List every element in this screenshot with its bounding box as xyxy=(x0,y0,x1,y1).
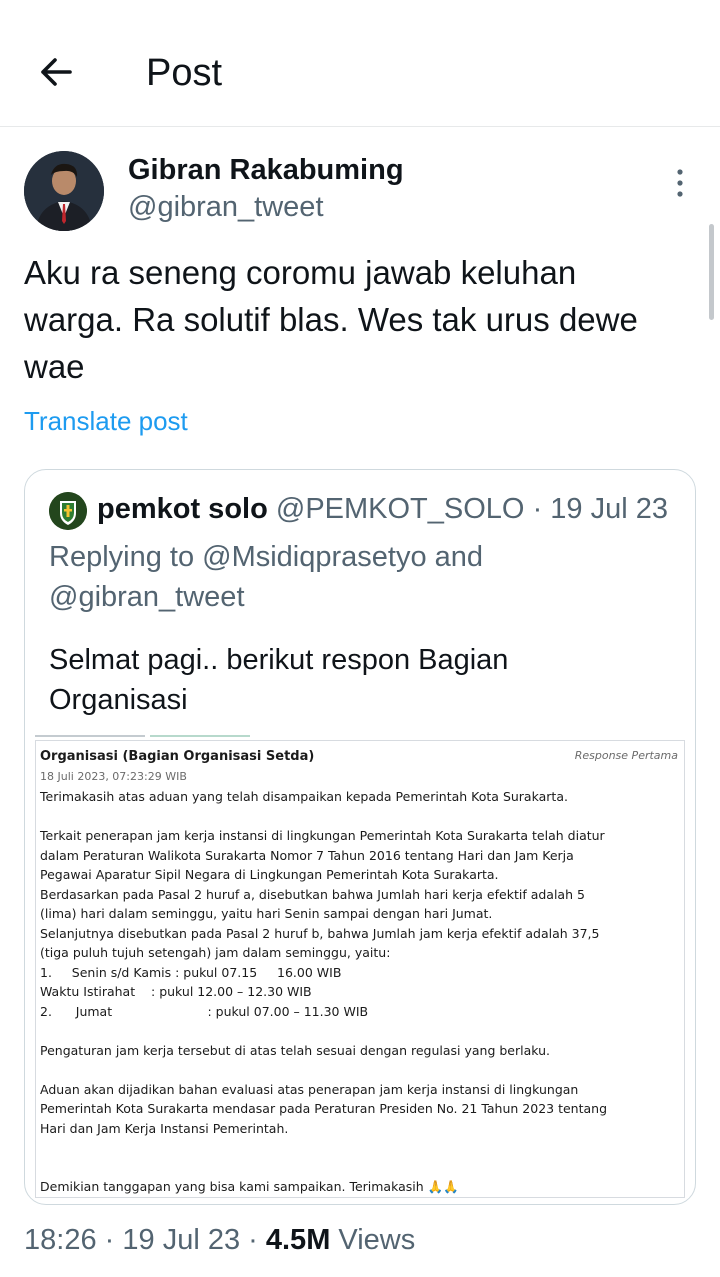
avatar-photo xyxy=(24,151,104,231)
more-options-button[interactable] xyxy=(664,166,696,200)
quoted-post[interactable]: pemkot solo @PEMKOT_SOLO · 19 Jul 23 Rep… xyxy=(24,469,696,1205)
quoted-author-handle[interactable]: @PEMKOT_SOLO xyxy=(276,493,525,525)
views-count: 4.5M xyxy=(265,1224,331,1256)
document-body: Terimakasih atas aduan yang telah disamp… xyxy=(40,787,678,1197)
post-date[interactable]: 19 Jul 23 xyxy=(122,1224,240,1256)
document-line: Terkait penerapan jam kerja instansi di … xyxy=(40,828,605,843)
document-line: 1. Senin s/d Kamis : pukul 07.15 16.00 W… xyxy=(40,964,342,980)
document-tag: Response Pertama xyxy=(574,749,678,762)
document-line: Pegawai Aparatur Sipil Negara di Lingkun… xyxy=(40,867,499,882)
document-date: 18 Juli 2023, 07:23:29 WIB xyxy=(40,770,187,783)
document-line: Waktu Istirahat : pukul 12.00 – 12.30 WI… xyxy=(40,984,312,999)
document-line: dalam Peraturan Walikota Surakarta Nomor… xyxy=(40,847,574,863)
author-avatar[interactable] xyxy=(24,151,104,231)
translate-post-link[interactable]: Translate post xyxy=(24,404,188,438)
document-line: Demikian tanggapan yang bisa kami sampai… xyxy=(40,1179,459,1194)
quoted-separator: · xyxy=(532,493,543,525)
scrollbar-thumb[interactable] xyxy=(709,224,714,320)
post-text: Aku ra seneng coromu jawab keluhan warga… xyxy=(24,254,638,385)
quoted-author-name[interactable]: pemkot solo xyxy=(97,493,268,525)
media-indicator-segment xyxy=(35,735,145,737)
document-line: Selanjutnya disebutkan pada Pasal 2 huru… xyxy=(40,925,600,941)
post-time[interactable]: 18:26 xyxy=(24,1224,97,1256)
media-indicator-segment-active xyxy=(150,735,250,737)
meta-separator: · xyxy=(104,1224,115,1256)
page-title: Post xyxy=(146,52,223,94)
author-name[interactable]: Gibran Rakabuming xyxy=(128,152,404,188)
media-indicator xyxy=(35,735,695,738)
quoted-date[interactable]: 19 Jul 23 xyxy=(550,493,668,525)
document-line: 2. Jumat : pukul 07.00 – 11.30 WIB xyxy=(40,1003,369,1019)
document-line: Pengaturan jam kerja tersebut di atas te… xyxy=(40,1042,551,1058)
document-title: Organisasi (Bagian Organisasi Setda) xyxy=(40,749,315,764)
document-line: Aduan akan dijadikan bahan evaluasi atas… xyxy=(40,1081,579,1097)
top-bar: Post xyxy=(0,0,720,127)
replying-to: Replying to @Msidiqprasetyo and @gibran_… xyxy=(49,541,484,613)
quoted-header: pemkot solo @PEMKOT_SOLO · 19 Jul 23 xyxy=(97,490,668,528)
city-emblem-icon xyxy=(49,492,87,530)
document-line: (tiga puluh tujuh setengah) jam dalam se… xyxy=(40,945,391,960)
more-vertical-icon xyxy=(677,169,683,197)
document-line: Hari dan Jam Kerja Instansi Pemerintah. xyxy=(40,1120,289,1136)
meta-separator: · xyxy=(248,1224,258,1256)
quoted-text: Selmat pagi.. berikut respon Bagian Orga… xyxy=(49,644,509,716)
document-line: Berdasarkan pada Pasal 2 huruf a, disebu… xyxy=(40,886,585,902)
post-meta: 18:26 · 19 Jul 23 · 4.5M Views xyxy=(24,1221,415,1259)
author-handle[interactable]: @gibran_tweet xyxy=(128,189,324,225)
attached-document-image[interactable]: Organisasi (Bagian Organisasi Setda) Res… xyxy=(35,740,685,1198)
quoted-avatar xyxy=(49,492,87,530)
back-button[interactable] xyxy=(34,50,78,94)
views-label: Views xyxy=(338,1224,416,1256)
document-line: (lima) hari dalam seminggu, yaitu hari S… xyxy=(40,906,493,921)
document-line: Pemerintah Kota Surakarta mendasar pada … xyxy=(40,1101,608,1116)
arrow-left-icon xyxy=(41,58,72,86)
document-line: Terimakasih atas aduan yang telah disamp… xyxy=(40,789,568,804)
